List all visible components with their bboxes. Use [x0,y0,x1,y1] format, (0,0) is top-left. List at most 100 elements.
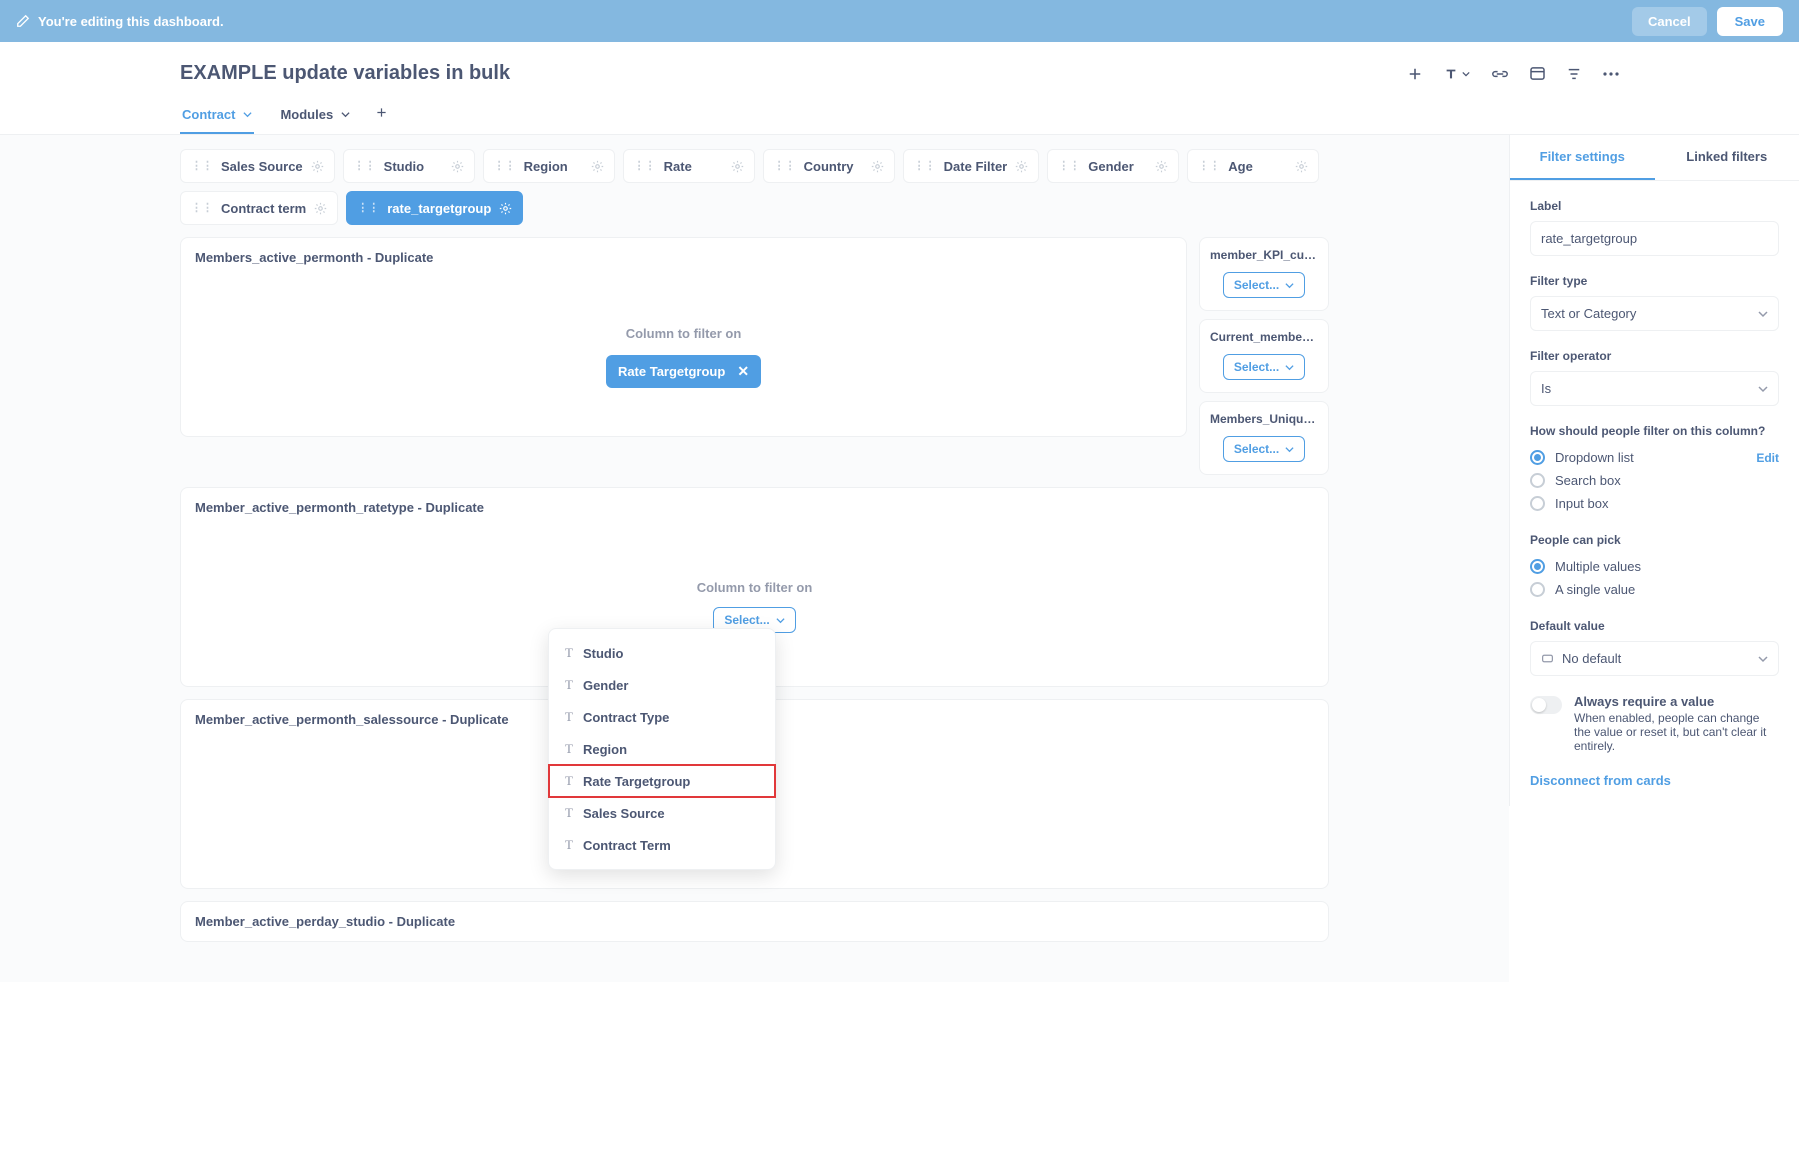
gear-icon[interactable] [311,160,324,173]
dashcard-title: member_KPI_curre... [1210,248,1318,262]
always-require-toggle[interactable] [1530,696,1562,714]
grip-icon: ⋮⋮ [1058,161,1080,172]
dashcard-title: Current_members_... [1210,330,1318,344]
tab-contract[interactable]: Contract [180,99,254,134]
tab-modules[interactable]: Modules [278,99,352,134]
pencil-icon [16,14,30,28]
text-type-icon: T [565,709,573,725]
filter-chip-region[interactable]: ⋮⋮Region [483,149,615,183]
filter-chip-age[interactable]: ⋮⋮Age [1187,149,1319,183]
filter-chip-row: ⋮⋮Sales Source ⋮⋮Studio ⋮⋮Region ⋮⋮Rate … [180,149,1329,225]
radio-single-value[interactable]: A single value [1530,578,1779,601]
text-type-icon: T [565,645,573,661]
grip-icon: ⋮⋮ [1198,161,1220,172]
dashcard-title: Member_active_perday_studio - Duplicate [181,902,1328,941]
dashcard-title: Members_Unique_fi... [1210,412,1318,426]
filter-chip-studio[interactable]: ⋮⋮Studio [343,149,475,183]
dropdown-item-highlighted[interactable]: TRate Targetgroup [549,765,775,797]
grip-icon: ⋮⋮ [634,161,656,172]
select-column-button[interactable]: Select... [1223,272,1305,298]
tabs: Contract Modules [0,85,1799,135]
layout-icon[interactable] [1530,67,1545,80]
text-type-icon: T [565,741,573,757]
gear-icon[interactable] [591,160,604,173]
column-filter-label: Column to filter on [626,326,742,341]
text-type-icon: T [565,837,573,853]
column-filter-label: Column to filter on [697,580,813,595]
cancel-button[interactable]: Cancel [1632,7,1707,36]
gear-icon[interactable] [1295,160,1308,173]
text-type-icon: T [565,805,573,821]
column-pill[interactable]: Rate Targetgroup ✕ [606,355,761,388]
dashcard-member-active-ratetype[interactable]: Member_active_permonth_ratetype - Duplic… [180,487,1329,687]
grip-icon: ⋮⋮ [357,203,379,214]
grip-icon: ⋮⋮ [354,161,376,172]
always-require-desc: When enabled, people can change the valu… [1574,711,1766,753]
dashcard-title: Member_active_permonth_ratetype - Duplic… [181,488,1328,527]
dropdown-item[interactable]: TSales Source [549,797,775,829]
edit-link[interactable]: Edit [1756,451,1779,465]
radio-search-box[interactable]: Search box [1530,469,1779,492]
dashcard-member-active-perday-studio[interactable]: Member_active_perday_studio - Duplicate [180,901,1329,942]
disconnect-link[interactable]: Disconnect from cards [1530,773,1779,788]
radio-multiple-values[interactable]: Multiple values [1530,555,1779,578]
radio-input-box[interactable]: Input box [1530,492,1779,515]
dropdown-item[interactable]: TContract Type [549,701,775,733]
tab-linked-filters[interactable]: Linked filters [1655,135,1799,180]
grip-icon: ⋮⋮ [914,161,936,172]
more-icon[interactable] [1603,72,1619,76]
label-input[interactable] [1530,221,1779,256]
save-button[interactable]: Save [1717,7,1783,36]
gear-icon[interactable] [1155,160,1168,173]
gear-icon[interactable] [871,160,884,173]
filter-chip-country[interactable]: ⋮⋮Country [763,149,895,183]
gear-icon[interactable] [314,202,327,215]
dashcard-member-kpi[interactable]: member_KPI_curre... Select... [1199,237,1329,311]
dropdown-item[interactable]: TRegion [549,733,775,765]
default-value-select[interactable]: No default [1530,641,1779,676]
dropdown-item[interactable]: TStudio [549,637,775,669]
filter-chip-date-filter[interactable]: ⋮⋮Date Filter [903,149,1040,183]
default-value-title: Default value [1530,619,1779,633]
select-column-button[interactable]: Select... [1223,354,1305,380]
dashcard-members-unique[interactable]: Members_Unique_fi... Select... [1199,401,1329,475]
filter-type-select[interactable]: Text or Category [1530,296,1779,331]
gear-icon[interactable] [451,160,464,173]
dropdown-item[interactable]: TContract Term [549,829,775,861]
add-icon[interactable] [1408,67,1422,81]
radio-dropdown-list[interactable]: Dropdown list [1530,446,1634,469]
dashcard-members-active-permonth[interactable]: Members_active_permonth - Duplicate Colu… [180,237,1187,437]
edit-banner: You're editing this dashboard. Cancel Sa… [0,0,1799,42]
add-tab-button[interactable] [376,107,387,126]
filter-type-title: Filter type [1530,274,1779,288]
select-column-button[interactable]: Select... [1223,436,1305,462]
chevron-down-icon [1758,654,1768,664]
filter-chip-gender[interactable]: ⋮⋮Gender [1047,149,1179,183]
close-icon[interactable]: ✕ [737,363,749,380]
radio-icon [1530,473,1545,488]
gear-icon[interactable] [1015,160,1028,173]
gear-icon[interactable] [731,160,744,173]
filter-sidebar: Filter settings Linked filters Label Fil… [1509,135,1799,806]
dashcard-title: Members_active_permonth - Duplicate [181,238,1186,277]
grip-icon: ⋮⋮ [494,161,516,172]
page-title: EXAMPLE update variables in bulk [180,62,510,85]
tab-filter-settings[interactable]: Filter settings [1510,135,1655,180]
filter-operator-select[interactable]: Is [1530,371,1779,406]
always-require-title: Always require a value [1574,694,1779,709]
dropdown-item[interactable]: TGender [549,669,775,701]
filter-chip-rate-targetgroup[interactable]: ⋮⋮rate_targetgroup [346,191,523,225]
filter-chip-rate[interactable]: ⋮⋮Rate [623,149,755,183]
grip-icon: ⋮⋮ [191,203,213,214]
dashcard-current-members[interactable]: Current_members_... Select... [1199,319,1329,393]
filter-icon[interactable] [1567,67,1581,81]
radio-icon [1530,450,1545,465]
link-icon[interactable] [1492,67,1508,81]
grip-icon: ⋮⋮ [191,161,213,172]
filter-chip-sales-source[interactable]: ⋮⋮Sales Source [180,149,335,183]
filter-chip-contract-term[interactable]: ⋮⋮Contract term [180,191,338,225]
tab-label: Contract [182,107,235,122]
text-add-icon[interactable] [1444,67,1470,81]
gear-icon[interactable] [499,202,512,215]
tab-label: Modules [280,107,333,122]
